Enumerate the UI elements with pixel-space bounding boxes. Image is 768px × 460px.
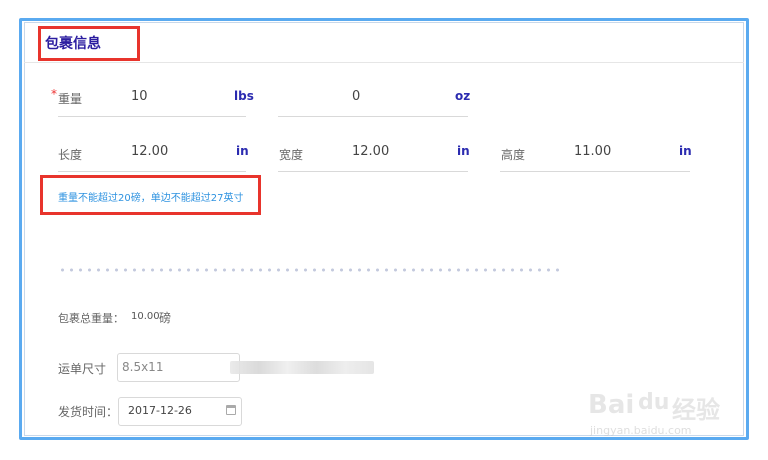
weight-lbs-underline	[58, 116, 246, 117]
weight-lbs-unit: lbs	[234, 89, 254, 103]
height-underline	[500, 171, 690, 172]
width-underline	[278, 171, 468, 172]
length-label: 长度	[58, 148, 83, 162]
width-label: 宽度	[279, 148, 304, 162]
baidu-watermark: Bai du 经验 jingyan.baidu.com	[588, 374, 738, 444]
weight-oz-underline	[278, 116, 468, 117]
watermark-paw: du	[638, 390, 670, 415]
weight-oz-unit: oz	[455, 89, 471, 103]
width-input[interactable]: 12.00	[352, 144, 389, 159]
length-unit: in	[236, 144, 249, 158]
label-size-value: 8.5x11	[122, 360, 164, 374]
header-divider	[24, 62, 744, 63]
weight-lbs-input[interactable]: 10	[131, 89, 148, 104]
height-unit: in	[679, 144, 692, 158]
ship-date-value: 2017-12-26	[128, 404, 192, 417]
total-weight-label: 包裹总重量：	[58, 312, 124, 325]
required-mark: *	[51, 87, 57, 101]
calendar-icon[interactable]	[226, 405, 236, 415]
length-underline	[58, 171, 246, 172]
dotted-divider	[58, 268, 563, 272]
total-weight-unit: 磅	[159, 311, 172, 325]
length-input[interactable]: 12.00	[131, 144, 168, 159]
watermark-url: jingyan.baidu.com	[590, 424, 692, 437]
weight-label: 重量	[58, 92, 83, 106]
ship-date-label: 发货时间：	[58, 405, 119, 419]
height-label: 高度	[501, 148, 526, 162]
limit-hint: 重量不能超过20磅，单边不能超过27英寸	[58, 193, 244, 204]
total-weight-value: 10.00	[131, 311, 160, 322]
section-title: 包裹信息	[45, 36, 101, 52]
watermark-brand: Bai	[588, 390, 635, 420]
label-size-label: 运单尺寸	[58, 362, 107, 376]
weight-oz-input[interactable]: 0	[352, 89, 360, 104]
watermark-brand-cn: 经验	[672, 396, 720, 424]
height-input[interactable]: 11.00	[574, 144, 611, 159]
blurred-content	[230, 361, 374, 374]
width-unit: in	[457, 144, 470, 158]
